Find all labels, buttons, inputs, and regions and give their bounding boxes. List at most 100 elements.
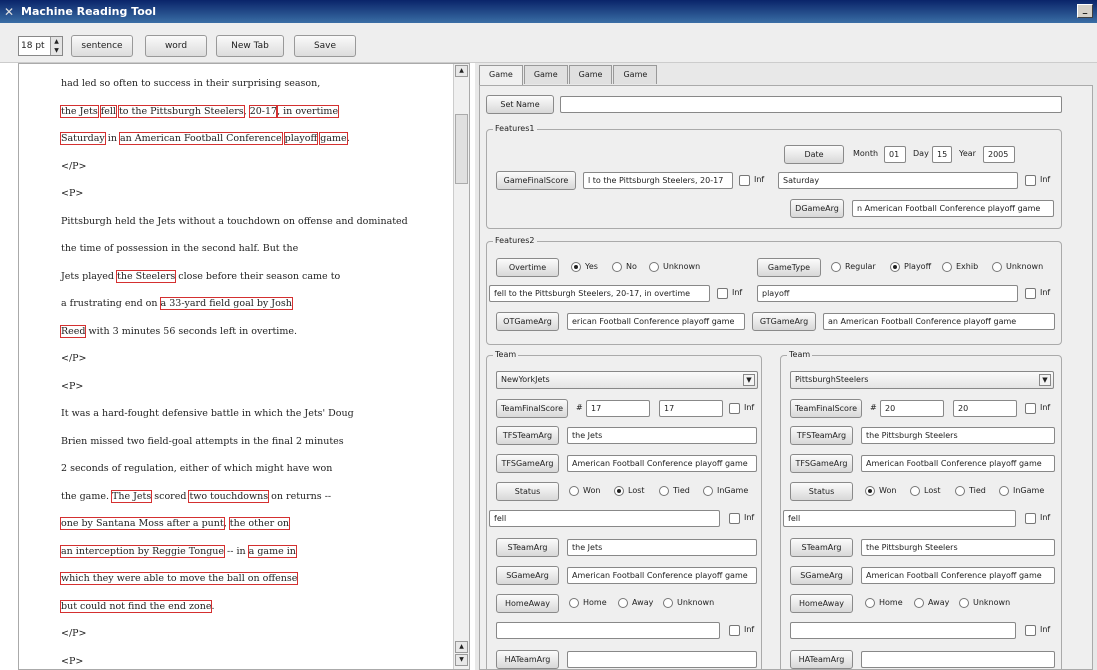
team-left-select[interactable]: NewYorkJets ▼ [496,371,758,389]
highlighted-span[interactable]: 20-17 [248,104,279,118]
team-right-select[interactable]: PittsburghSteelers ▼ [790,371,1054,389]
month-input[interactable]: 01 [884,146,906,163]
word-button[interactable]: word [145,35,207,57]
text-line[interactable]: Jets played the Steelers close before th… [61,269,340,283]
gtgamearg-button[interactable]: GTGameArg [752,312,816,331]
team-left-away-radio[interactable] [618,598,628,608]
sentence-button[interactable]: sentence [71,35,133,57]
year-input[interactable]: 2005 [983,146,1015,163]
team-right-status-input[interactable]: fell [783,510,1016,527]
team-right-won-radio[interactable] [865,486,875,496]
team-right-steamarg-input[interactable]: the Pittsburgh Steelers [861,539,1055,556]
team-left-sgamearg-button[interactable]: SGameArg [496,566,559,585]
team-left-won-radio[interactable] [569,486,579,496]
text-line[interactable]: the time of possession in the second hal… [61,243,298,254]
gametype-unknown-radio[interactable] [992,262,1002,272]
text-line[interactable]: </P> [61,353,87,364]
team-left-status-input[interactable]: fell [489,510,720,527]
team-right-ingame-radio[interactable] [999,486,1009,496]
gametype-inf-checkbox[interactable] [1025,288,1036,299]
team-right-status-inf-checkbox[interactable] [1025,513,1036,524]
new-tab-button[interactable]: New Tab [216,35,284,57]
text-line[interactable]: but could not find the end zone. [59,599,214,613]
text-line[interactable]: one by Santana Moss after a punt, the ot… [60,517,291,530]
highlighted-span[interactable]: the Steelers [116,269,177,283]
gfs-inf-checkbox[interactable] [739,175,750,186]
team-left-tfs-button[interactable]: TeamFinalScore [496,399,568,418]
game-final-score-button[interactable]: GameFinalScore [496,171,576,190]
team-right-status-button[interactable]: Status [790,482,853,501]
team-right-unknown-radio[interactable] [959,598,969,608]
game-final-score-input[interactable]: l to the Pittsburgh Steelers, 20-17 [583,172,733,189]
text-line[interactable]: Reed with 3 minutes 56 seconds left in o… [59,324,297,338]
overtime-yes-radio[interactable] [571,262,581,272]
team-left-sgamearg-input[interactable]: American Football Conference playoff gam… [567,567,757,584]
team-right-tfs-inf-checkbox[interactable] [1025,403,1036,414]
highlighted-span[interactable]: The Jets [110,489,153,503]
day-input[interactable]: 15 [932,146,952,163]
scroll-thumb[interactable] [455,114,468,184]
dgamearg-button[interactable]: DGameArg [790,199,844,218]
team-right-steamarg-button[interactable]: STeamArg [790,538,853,557]
scroll-up-icon[interactable]: ▲ [455,641,468,653]
highlighted-span[interactable]: the other on [228,517,291,530]
team-left-home-radio[interactable] [569,598,579,608]
highlighted-span[interactable]: one by Santana Moss after a punt [60,517,225,530]
team-right-lost-radio[interactable] [910,486,920,496]
date-value-input[interactable]: Saturday [778,172,1018,189]
highlighted-span[interactable]: a 33-yard field goal by Josh [159,297,293,310]
date-button[interactable]: Date [784,145,844,164]
highlighted-span[interactable]: which they were able to move the ball on… [59,572,299,585]
team-right-tfsteamarg-input[interactable]: the Pittsburgh Steelers [861,427,1055,444]
team-left-lost-radio[interactable] [614,486,624,496]
team-left-tfsteamarg-button[interactable]: TFSTeamArg [496,426,559,445]
team-left-tfsteamarg-input[interactable]: the Jets [567,427,757,444]
team-left-steamarg-input[interactable]: the Jets [567,539,757,556]
gametype-playoff-radio[interactable] [890,262,900,272]
text-line[interactable]: </P> [61,628,87,639]
gtgamearg-input[interactable]: an American Football Conference playoff … [823,313,1055,330]
overtime-button[interactable]: Overtime [496,258,559,277]
team-left-score2-input[interactable]: 17 [659,400,723,417]
team-right-tfsteamarg-button[interactable]: TFSTeamArg [790,426,853,445]
save-button[interactable]: Save [294,35,356,57]
tab-game-1[interactable]: Game [479,65,523,86]
vertical-scrollbar[interactable]: ▲ ▲ ▼ [453,64,469,669]
highlighted-span[interactable]: fell [99,104,117,118]
scroll-down-icon[interactable]: ▼ [455,654,468,666]
minimize-button[interactable]: _ [1077,4,1093,18]
team-right-homeaway-button[interactable]: HomeAway [790,594,853,613]
team-right-homeaway-input[interactable] [790,622,1016,639]
document-text-pane[interactable]: had led so often to success in their sur… [18,63,470,670]
highlighted-span[interactable]: but could not find the end zone [59,599,213,613]
highlighted-span[interactable]: game [319,132,348,145]
tab-game-4[interactable]: Game [613,65,658,84]
text-line[interactable]: Pittsburgh held the Jets without a touch… [61,216,408,227]
text-line[interactable]: the Jets fell to the Pittsburgh Steelers… [60,104,340,118]
text-line[interactable]: </P> [61,161,87,172]
overtime-value-input[interactable]: fell to the Pittsburgh Steelers, 20-17, … [489,285,710,302]
team-right-sgamearg-button[interactable]: SGameArg [790,566,853,585]
overtime-inf-checkbox[interactable] [717,288,728,299]
highlighted-span[interactable]: two touchdowns [188,489,270,503]
text-line[interactable]: 2 seconds of regulation, either of which… [61,463,332,474]
text-line[interactable]: which they were able to move the ball on… [59,572,299,585]
team-right-ha-inf-checkbox[interactable] [1025,625,1036,636]
team-right-sgamearg-input[interactable]: American Football Conference playoff gam… [861,567,1055,584]
team-right-hateamarg-button[interactable]: HATeamArg [790,650,853,669]
team-left-tfs-inf-checkbox[interactable] [729,403,740,414]
gametype-value-input[interactable]: playoff [757,285,1018,302]
team-left-steamarg-button[interactable]: STeamArg [496,538,559,557]
set-name-button[interactable]: Set Name [486,95,554,114]
team-left-status-button[interactable]: Status [496,482,559,501]
text-line[interactable]: <P> [61,188,83,199]
set-name-input[interactable] [560,96,1062,113]
gametype-regular-radio[interactable] [831,262,841,272]
highlighted-span[interactable]: Saturday [60,132,106,145]
font-size-spinner[interactable]: 18 pt ▲ ▼ [18,36,63,56]
chevron-down-icon[interactable]: ▼ [743,374,755,386]
text-line[interactable]: a frustrating end on a 33-yard field goa… [61,297,293,310]
highlighted-span[interactable]: an American Football Conference [118,132,283,145]
team-right-home-radio[interactable] [865,598,875,608]
team-left-tied-radio[interactable] [659,486,669,496]
